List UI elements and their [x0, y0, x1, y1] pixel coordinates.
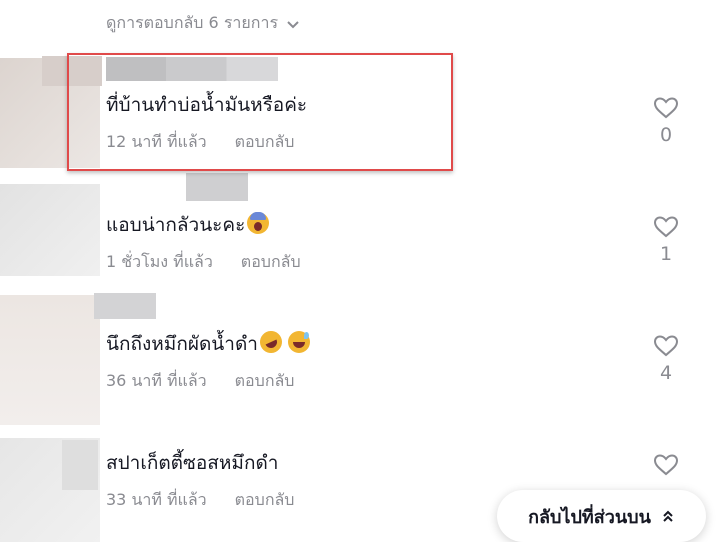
comment-timestamp: 1 ชั่วโมง ที่แล้ว: [106, 252, 213, 271]
heart-icon[interactable]: [653, 334, 679, 358]
grinning-sweat-emoji: [287, 331, 310, 353]
reply-button[interactable]: ตอบกลับ: [241, 250, 301, 275]
chevron-down-icon: [287, 20, 299, 28]
username-blurred[interactable]: [94, 293, 156, 319]
avatar-blurred[interactable]: [0, 295, 100, 425]
username-blurred[interactable]: [186, 173, 248, 201]
like-group: 0: [646, 96, 686, 146]
like-count: 1: [659, 243, 673, 265]
comment-timestamp: 33 นาที ที่แล้ว: [106, 490, 207, 509]
comment-text-content: นึกถึงหมึกผัดน้ำดำ: [106, 333, 258, 355]
like-group: 4: [646, 334, 686, 384]
back-to-top-label: กลับไปที่ส่วนบน: [528, 506, 651, 528]
like-count: 4: [659, 362, 673, 384]
comment-text: สปาเก็ตตี้ซอสหมึกดำ: [106, 452, 279, 474]
comment-item: สปาเก็ตตี้ซอสหมึกดำ 33 นาที ที่แล้ว ตอบก…: [106, 448, 294, 513]
like-group: [646, 453, 686, 481]
comment-timestamp: 36 นาที ที่แล้ว: [106, 371, 207, 390]
like-group: 1: [646, 215, 686, 265]
comment-text: แอบน่ากลัวนะคะ: [106, 210, 301, 240]
avatar-blurred-patch: [62, 440, 98, 490]
comment-text: นึกถึงหมึกผัดน้ำดำ: [106, 327, 310, 359]
view-replies-label: ดูการตอบกลับ 6 รายการ: [106, 13, 279, 32]
rolling-laughing-emoji: [256, 327, 286, 357]
back-to-top-button[interactable]: กลับไปที่ส่วนบน: [497, 490, 706, 542]
highlight-box: [67, 53, 453, 171]
comment-item: นึกถึงหมึกผัดน้ำดำ 36 นาที ที่แล้ว ตอบกล…: [106, 327, 310, 394]
comment-text-content: แอบน่ากลัวนะคะ: [106, 214, 246, 236]
reply-button[interactable]: ตอบกลับ: [235, 488, 295, 513]
face-screaming-emoji: [247, 212, 270, 234]
heart-icon[interactable]: [653, 215, 679, 239]
view-replies-button[interactable]: ดูการตอบกลับ 6 รายการ: [106, 11, 300, 36]
avatar-blurred[interactable]: [0, 184, 100, 276]
heart-icon[interactable]: [653, 96, 679, 120]
reply-button[interactable]: ตอบกลับ: [235, 369, 295, 394]
like-count: 0: [659, 124, 673, 146]
double-chevron-up-icon: [663, 510, 673, 522]
comment-item: แอบน่ากลัวนะคะ 1 ชั่วโมง ที่แล้ว ตอบกลับ: [106, 210, 301, 275]
heart-icon[interactable]: [653, 453, 679, 477]
